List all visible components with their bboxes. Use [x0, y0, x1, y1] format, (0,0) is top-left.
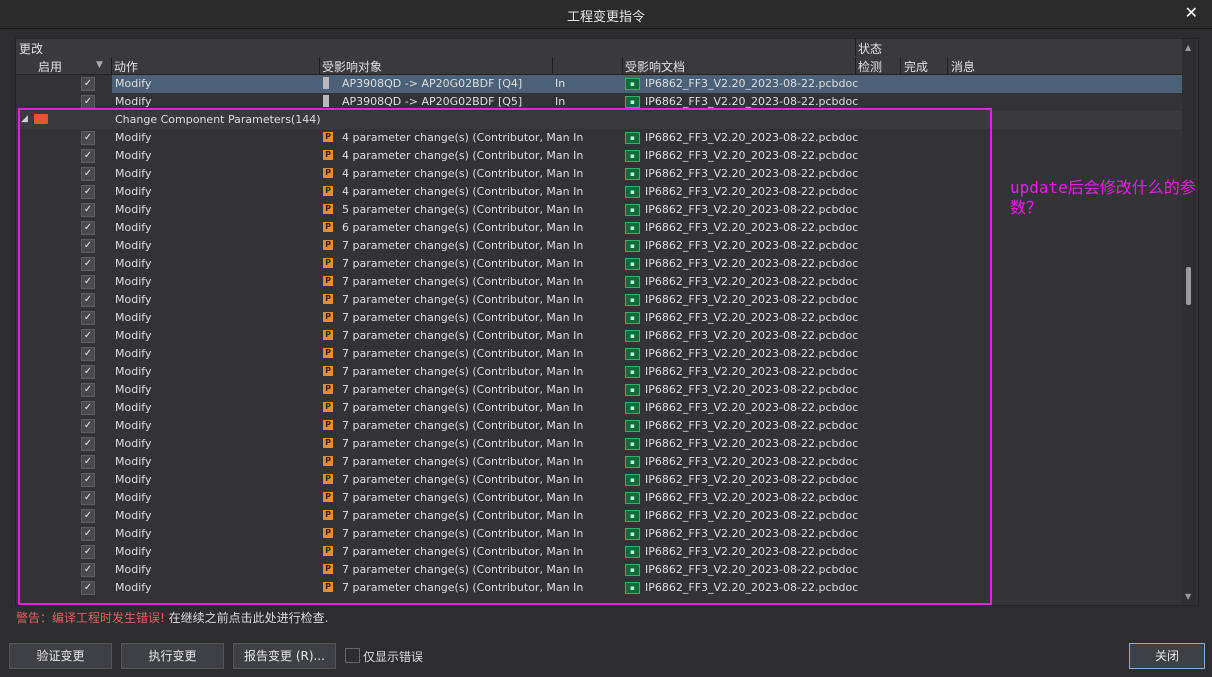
enable-checkbox[interactable]: ✓: [81, 95, 95, 109]
row-affected-object: AP3908QD -> AP20G02BDF [Q4]: [342, 77, 523, 90]
pcb-doc-icon: ▪: [625, 96, 640, 108]
header-enable-dropdown-icon[interactable]: ▼: [96, 60, 103, 70]
vertical-scrollbar[interactable]: ▲ ▼: [1182, 39, 1196, 605]
row-action: Modify: [115, 95, 152, 108]
header-affected-doc[interactable]: 受影响文档: [625, 58, 685, 75]
header-message[interactable]: 消息: [951, 58, 975, 75]
annotation-text: update后会修改什么的参数？: [1010, 178, 1196, 217]
title-bar: 工程变更指令 ✕: [0, 0, 1212, 29]
enable-checkbox[interactable]: ✓: [81, 77, 95, 91]
header-status-group: 状态: [858, 42, 883, 56]
close-icon[interactable]: ✕: [1185, 3, 1198, 22]
only-show-errors-label: 仅显示错误: [363, 650, 424, 664]
header-done[interactable]: 完成: [904, 58, 928, 75]
scroll-up-icon[interactable]: ▲: [1185, 43, 1191, 52]
report-changes-button[interactable]: 报告变更 (R)...: [233, 643, 336, 669]
warning-rest[interactable]: 在继续之前点击此处进行检查.: [165, 611, 329, 625]
header-check[interactable]: 检测: [858, 58, 882, 75]
window-title: 工程变更指令: [566, 10, 645, 25]
component-icon: [323, 95, 329, 107]
pcb-doc-icon: ▪: [625, 78, 640, 90]
header-column-row: 启用 ▼ 动作 受影响对象 受影响文档 检测 完成 消息: [16, 57, 1182, 75]
header-group-row: 更改 状态: [16, 39, 1182, 58]
only-show-errors-checkbox[interactable]: [345, 648, 360, 663]
row-action: Modify: [115, 77, 152, 90]
row-in: In: [555, 95, 566, 108]
row-in: In: [555, 77, 566, 90]
warning-prefix[interactable]: 警告：编译工程时发生错误!: [16, 611, 165, 625]
validate-changes-button[interactable]: 验证变更: [9, 643, 112, 669]
row-affected-doc: IP6862_FF3_V2.20_2023-08-22.pcbdoc: [645, 95, 859, 108]
header-change-group: 更改: [19, 42, 44, 56]
header-affected-object[interactable]: 受影响对象: [322, 58, 382, 75]
table-row[interactable]: ✓ Modify AP3908QD -> AP20G02BDF [Q4] In ▪ IP6…: [16, 75, 1182, 93]
scroll-down-icon[interactable]: ▼: [1185, 592, 1191, 601]
component-icon: [323, 77, 329, 89]
header-enable[interactable]: 启用: [38, 58, 62, 75]
header-action[interactable]: 动作: [114, 58, 138, 75]
row-affected-object: AP3908QD -> AP20G02BDF [Q5]: [342, 95, 523, 108]
scroll-thumb[interactable]: [1186, 267, 1191, 305]
close-button[interactable]: 关闭: [1129, 643, 1205, 669]
warning-message[interactable]: 警告：编译工程时发生错误! 在继续之前点击此处进行检查.: [16, 609, 328, 626]
annotation-highlight-box: [18, 108, 992, 605]
execute-changes-button[interactable]: 执行变更: [121, 643, 224, 669]
row-affected-doc: IP6862_FF3_V2.20_2023-08-22.pcbdoc: [645, 77, 859, 90]
